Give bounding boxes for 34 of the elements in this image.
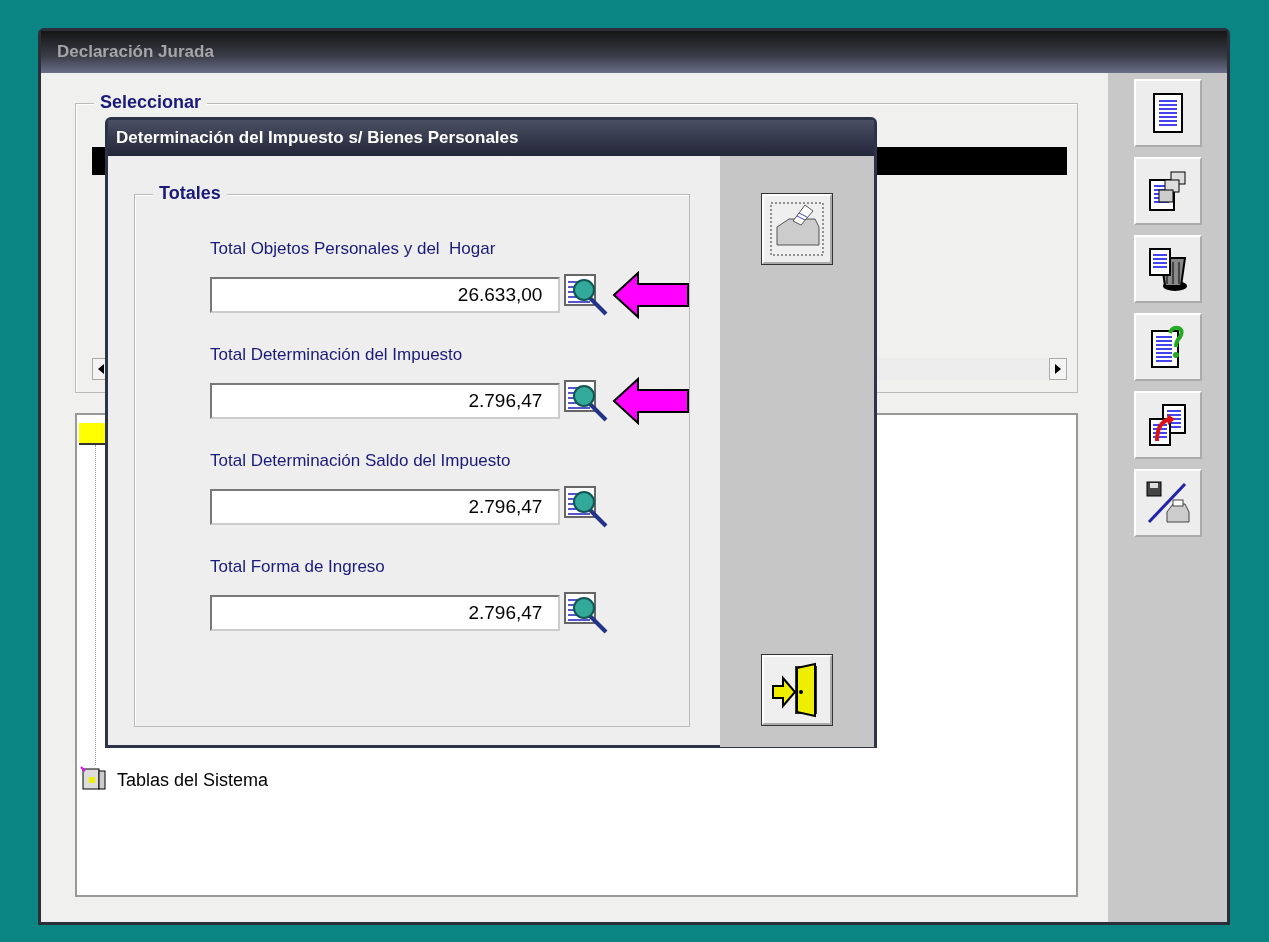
detail-button[interactable] (564, 592, 609, 634)
document-question-icon (1149, 325, 1186, 369)
transfer-button[interactable] (1133, 391, 1202, 459)
total-label: Total Determinación Saldo del Impuesto (210, 451, 512, 471)
print-button[interactable] (762, 194, 832, 264)
document-magnifier-icon (564, 592, 609, 634)
documents-arrow-icon (1146, 403, 1189, 447)
document-icon (1151, 92, 1184, 134)
floppy-printer-icon (1144, 480, 1191, 526)
total-field[interactable]: 2.796,47 (210, 595, 561, 631)
exit-button[interactable] (762, 655, 832, 725)
document-magnifier-icon (564, 486, 609, 528)
window-title: Declaración Jurada (41, 31, 1227, 73)
trash-document-icon (1146, 246, 1189, 292)
help-button[interactable] (1133, 313, 1202, 381)
tree-item[interactable]: Tablas del Sistema (117, 769, 269, 791)
printer-icon (769, 201, 825, 257)
copy-documents-button[interactable] (1133, 157, 1202, 225)
dialog-title: Determinación del Impuesto s/ Bienes Personales (108, 120, 874, 156)
detail-button[interactable] (564, 274, 609, 316)
document-button[interactable] (1133, 79, 1202, 147)
detail-button[interactable] (564, 486, 609, 528)
scroll-right-icon[interactable] (1049, 358, 1067, 380)
total-label: Total Determinación del Impuesto (210, 345, 464, 365)
detail-button[interactable] (564, 380, 609, 422)
total-field[interactable]: 2.796,47 (210, 383, 561, 419)
save-print-button[interactable] (1133, 469, 1202, 537)
total-label: Total Forma de Ingreso (210, 557, 386, 577)
document-magnifier-icon (564, 380, 609, 422)
document-magnifier-icon (564, 274, 609, 316)
total-field[interactable]: 26.633,00 (210, 277, 561, 313)
total-field[interactable]: 2.796,47 (210, 489, 561, 525)
delete-button[interactable] (1133, 235, 1202, 303)
total-label: Total Objetos Personales y del Hogar (210, 239, 497, 259)
